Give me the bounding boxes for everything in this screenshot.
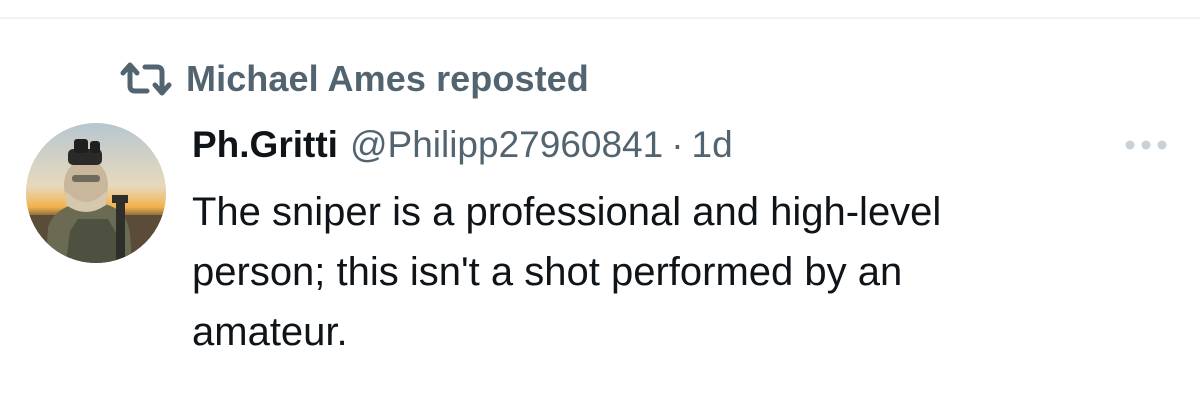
- user-handle[interactable]: @Philipp27960841: [350, 124, 663, 166]
- more-icon: [1125, 140, 1167, 150]
- tweet-text-line: The sniper is a professional and high-le…: [192, 190, 942, 234]
- avatar-image: [26, 123, 166, 263]
- repost-icon: [120, 57, 172, 101]
- tweet-text-line: amateur.: [192, 310, 348, 354]
- avatar[interactable]: [26, 123, 166, 263]
- tweet-text-line: person; this isn't a shot performed by a…: [192, 250, 903, 294]
- post-time[interactable]: 1d: [692, 124, 733, 166]
- tweet-header: Ph.Gritti @Philipp27960841 · 1d: [192, 124, 733, 170]
- top-divider: [0, 17, 1200, 19]
- tweet-text: The sniper is a professional and high-le…: [192, 182, 1142, 362]
- separator-dot: ·: [671, 124, 684, 165]
- repost-context[interactable]: Michael Ames reposted: [120, 57, 589, 101]
- more-options-button[interactable]: [1124, 133, 1168, 157]
- repost-label[interactable]: Michael Ames reposted: [186, 58, 589, 100]
- display-name[interactable]: Ph.Gritti: [192, 124, 338, 166]
